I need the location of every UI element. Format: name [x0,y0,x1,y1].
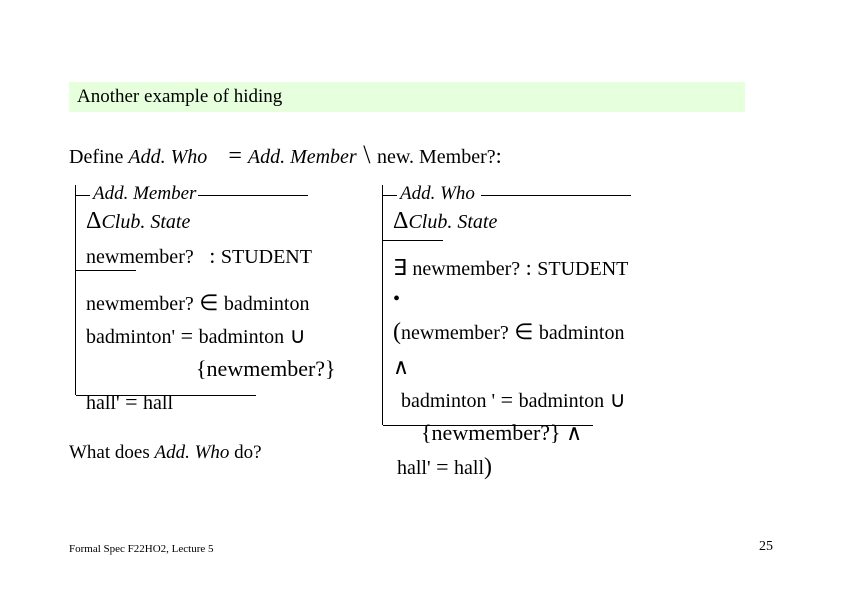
pred-hall-lhs: hall [397,457,427,479]
pred-lhs: badminton' [86,326,175,348]
schema-add-member: Add. Member ΔClub. State newmember? : ST… [75,185,335,395]
exists-symbol: ∃ [393,255,412,280]
prime: ' [487,390,496,412]
pred-hall: hall' = hall [86,385,335,418]
schema-bottom-line [76,395,256,396]
spot-symbol: • [393,288,400,310]
equals: = [175,323,198,348]
and-symbol: ∧ [561,420,583,445]
slide: { "title": "Another example of hiding", … [0,0,842,595]
newmember-decl: newmember? : STUDENT [86,239,335,272]
delta-target: Club. State [408,211,497,233]
exists-colon: : [520,255,537,280]
right-paren: ) [484,454,492,480]
schema-name-add-who: Add. Who [398,183,477,205]
left-paren: ( [393,319,401,345]
pred-hall: hall' = hall) [393,449,632,485]
schema-line [198,195,308,196]
schema-line [76,195,90,196]
schema-line [481,195,631,196]
delta-decl: ΔClub. State [86,203,335,239]
union: ∪ [604,387,626,412]
equals: = [120,389,143,414]
hide-operator: \ [357,140,377,169]
element-of: ∈ [194,290,224,315]
exists-line: ∃ newmember? : STUDENT • [393,251,632,314]
exists-type: STUDENT [537,258,628,280]
pred-hall-rhs: hall [454,457,484,479]
pred-set: badminton [539,322,625,344]
pred-set-literal-line: {newmember?} ∧ [393,416,632,449]
define-colon: : [496,143,502,168]
slide-title: Another example of hiding [77,86,282,108]
delta-symbol: Δ [86,208,101,234]
pred-var: newmember? [86,293,194,315]
delta-target: Club. State [101,211,190,233]
pred-set-literal: {newmember?} [421,420,561,445]
decl-var: newmember? [86,246,194,268]
schema-add-who: Add. Who ΔClub. State ∃ newmember? : STU… [382,185,632,425]
pred-rhs: badminton [199,326,285,348]
schema-divider [383,240,443,241]
and-symbol: ∧ [393,354,409,379]
page-number: 25 [759,539,773,555]
pred-rhs: badminton [519,390,605,412]
decl-type: STUDENT [221,246,312,268]
hidden-component: new. Member? [377,146,496,168]
pred-badminton-prime: badminton ' = badminton ∪ [393,383,632,416]
equals-sign: = [222,143,248,169]
footer-left: Formal Spec F22HO2, Lecture 5 [69,543,214,555]
schema-bottom-line [383,425,593,426]
pred-set: badminton [224,293,310,315]
pred-membership: newmember? ∈ badminton [86,286,335,319]
delta-symbol: Δ [393,208,408,234]
equals: = [431,454,454,479]
question-prefix: What does [69,442,154,463]
question-subject: Add. Who [154,442,229,463]
define-line: Define Add. Who = Add. Member \ new. Mem… [69,140,502,170]
pred-open: (newmember? ∈ badminton ∧ [393,314,632,383]
question-suffix: do? [229,442,261,463]
exists-var: newmember? [412,258,520,280]
define-rhs: Add. Member [248,146,357,168]
define-lhs: Add. Who [128,146,207,168]
delta-decl: ΔClub. State [393,203,632,239]
schema-divider [76,270,136,271]
pred-set-literal: {newmember?} [86,352,335,385]
define-prefix: Define [69,146,128,168]
element-of: ∈ [509,319,539,344]
pred-lhs: badminton [401,390,487,412]
pred-var: newmember? [401,322,509,344]
schema-name-add-member: Add. Member [91,183,198,205]
decl-colon: : [204,243,221,268]
schema-line [383,195,397,196]
slide-title-bar: Another example of hiding [69,82,745,112]
union: ∪ [284,323,306,348]
closing-question: What does Add. Who do? [69,442,262,464]
pred-badminton-prime: badminton' = badminton ∪ [86,319,335,352]
equals: = [495,387,518,412]
